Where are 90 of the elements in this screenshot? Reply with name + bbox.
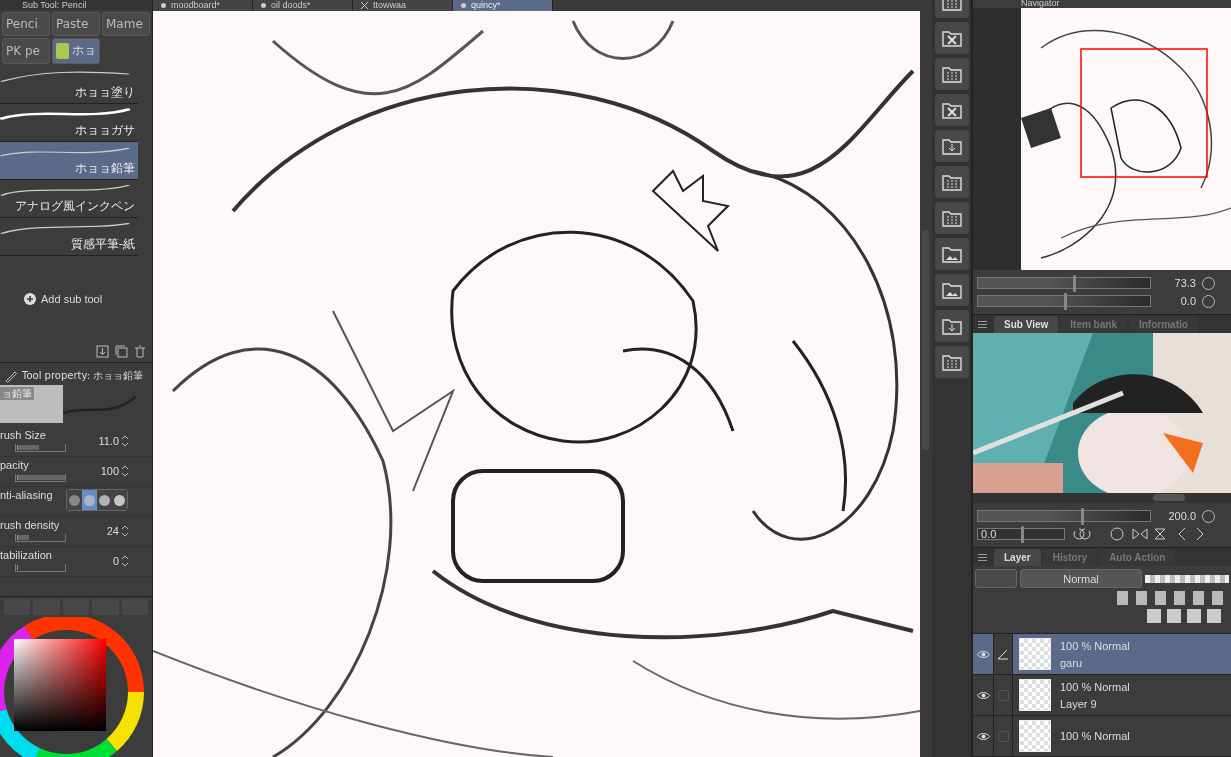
tool-group-tab[interactable]: ホョ [52, 37, 100, 64]
folder-image-icon[interactable] [934, 238, 969, 270]
property-label: nti-aliasing [0, 489, 53, 501]
download-icon[interactable] [96, 345, 109, 358]
checkbox[interactable] [997, 730, 1009, 742]
rotation-value: 0.0 [981, 528, 997, 540]
layer-thumbnail [1019, 720, 1051, 752]
tool-group-tab[interactable]: Paste [52, 12, 100, 36]
brush-item[interactable]: ホョョ塗り [0, 66, 138, 104]
panel-title: Tool property: ホョョ鉛筆 [22, 369, 144, 383]
folder-grid-icon[interactable] [934, 166, 969, 198]
property-value[interactable]: 100 [100, 465, 119, 477]
slider-thumb[interactable] [1021, 526, 1024, 543]
folder-download-icon[interactable] [934, 130, 969, 162]
rotation-slider[interactable]: 0.0 [977, 528, 1065, 540]
antialias-option[interactable] [112, 490, 127, 510]
property-label: rush density [0, 519, 60, 531]
layer-thumbnail [1019, 638, 1051, 670]
spin-arrows-icon[interactable] [121, 554, 129, 568]
close-icon[interactable] [361, 2, 368, 9]
brush-stroke-icon [0, 184, 130, 196]
antialias-option[interactable] [97, 490, 112, 510]
layer-row[interactable]: 100 % Normal [973, 716, 1231, 757]
property-label: rush Size [0, 429, 46, 441]
tool-group-tab[interactable]: Penci [2, 12, 50, 36]
layer-row[interactable]: 100 % Normal garu [973, 634, 1231, 675]
panel-tab[interactable]: Layer [994, 549, 1041, 566]
document-tab[interactable]: quincy* [453, 0, 553, 11]
brush-stroke-icon [0, 70, 130, 82]
antialias-option[interactable] [67, 490, 82, 510]
tool-group-tab[interactable]: Mame [102, 12, 150, 36]
zoom-value: 200.0 [1168, 510, 1196, 522]
spin-arrows-icon[interactable] [121, 464, 129, 478]
scrollbar-thumb[interactable] [1153, 494, 1185, 501]
checkbox[interactable] [997, 689, 1009, 701]
layer-mode: 100 % Normal [1060, 680, 1130, 693]
property-value[interactable]: 0 [112, 555, 119, 567]
layer-mode: 100 % Normal [1060, 639, 1130, 652]
brush-stroke-icon [0, 108, 130, 120]
slider-thumb[interactable] [1064, 293, 1067, 310]
menu-icon[interactable] [978, 554, 987, 561]
zoom-slider[interactable] [977, 277, 1151, 289]
add-sub-tool-button[interactable]: Add sub tool [18, 291, 109, 306]
plus-icon [24, 292, 36, 305]
folder-grid-icon[interactable] [934, 58, 969, 90]
close-folder-icon[interactable] [934, 94, 969, 126]
panel-tab[interactable]: Sub View [994, 316, 1059, 333]
unsaved-dot-icon [461, 3, 466, 8]
duplicate-icon[interactable] [115, 345, 128, 358]
layer-mode: 100 % Normal [1060, 730, 1130, 742]
brush-item[interactable]: アナログ風インクペン [0, 180, 138, 218]
layer-row[interactable]: 100 % Normal Layer 9 [973, 675, 1231, 716]
property-label: tabilization [0, 549, 52, 561]
folder-image-icon[interactable] [934, 274, 969, 306]
panel-title: Sub Tool: Pencil [0, 0, 152, 10]
panel-title: Navigator [1021, 0, 1060, 8]
tool-group-tab[interactable]: PK pe [2, 37, 50, 64]
folder-grid-icon[interactable] [934, 346, 969, 378]
zoom-slider[interactable] [977, 510, 1151, 522]
brush-name-label: ョ鉛筆 [0, 387, 34, 400]
brush-stroke-icon [0, 146, 130, 158]
property-value[interactable]: 11.0 [98, 435, 119, 447]
zoom-value: 73.3 [1174, 277, 1196, 289]
property-value[interactable]: 24 [106, 525, 119, 537]
color-dropdown[interactable] [975, 569, 1017, 588]
layer-thumbnail [1019, 679, 1051, 711]
brush-item[interactable]: 質感平筆-紙 [0, 218, 138, 256]
eye-icon[interactable] [976, 690, 990, 700]
layer-name: garu [1060, 656, 1084, 669]
menu-icon[interactable] [978, 321, 987, 328]
folder-grid-icon[interactable] [934, 202, 969, 234]
unsaved-dot-icon [261, 3, 266, 8]
slider-thumb[interactable] [1072, 275, 1076, 292]
brush-item[interactable]: ホョョ鉛筆 [0, 142, 138, 180]
pencil-icon [4, 369, 18, 383]
spin-arrows-icon[interactable] [121, 434, 129, 448]
rotation-value: 0.0 [1180, 295, 1196, 307]
trash-icon[interactable] [134, 345, 146, 358]
rotation-slider[interactable] [977, 295, 1151, 307]
eye-icon[interactable] [976, 731, 990, 741]
property-label: pacity [0, 459, 29, 471]
brush-stroke-icon [0, 222, 130, 234]
unsaved-dot-icon [161, 3, 166, 8]
eye-icon[interactable] [976, 649, 990, 659]
blend-mode-dropdown[interactable]: Normal [1020, 569, 1142, 588]
folder-download-icon[interactable] [934, 310, 969, 342]
close-folder-icon[interactable] [934, 22, 969, 54]
slider-thumb[interactable] [1081, 508, 1085, 525]
spin-arrows-icon[interactable] [121, 524, 129, 538]
layer-name: Layer 9 [1060, 697, 1098, 710]
